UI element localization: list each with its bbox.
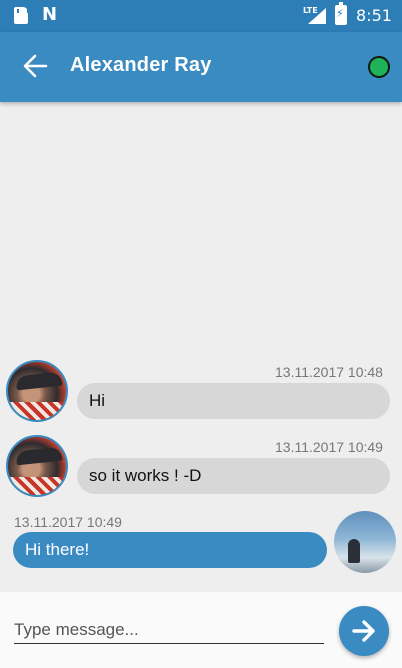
app-bar: Alexander Ray [0, 32, 402, 102]
battery-icon [335, 2, 347, 25]
message-text: Hi [89, 391, 106, 410]
my-avatar[interactable] [334, 511, 396, 573]
message-timestamp: 13.11.2017 10:49 [275, 439, 383, 455]
page-title: Alexander Ray [70, 54, 212, 76]
back-button[interactable] [22, 52, 48, 80]
clock: 8:51 [356, 6, 392, 25]
notification-n-icon: N [42, 4, 58, 25]
contact-avatar[interactable] [6, 360, 68, 422]
signal-icon [308, 8, 326, 24]
message-text: so it works ! -D [89, 466, 202, 485]
message-bubble-outgoing[interactable]: Hi there! [13, 532, 327, 568]
status-bar: N LTE 8:51 [0, 0, 402, 32]
send-button[interactable] [339, 606, 389, 656]
online-dot-icon [368, 56, 390, 78]
message-bubble-incoming[interactable]: so it works ! -D [77, 458, 390, 494]
message-timestamp: 13.11.2017 10:49 [14, 514, 122, 530]
message-timestamp: 13.11.2017 10:48 [275, 364, 383, 380]
message-list[interactable]: 13.11.2017 10:48 Hi 13.11.2017 10:49 so … [0, 102, 402, 592]
message-bubble-incoming[interactable]: Hi [77, 383, 390, 419]
contact-avatar[interactable] [6, 435, 68, 497]
message-input[interactable] [14, 616, 324, 644]
arrow-right-icon [352, 620, 375, 642]
arrow-left-icon [23, 54, 48, 78]
composer [0, 592, 402, 668]
message-text: Hi there! [25, 540, 90, 559]
sd-card-icon [14, 7, 29, 24]
